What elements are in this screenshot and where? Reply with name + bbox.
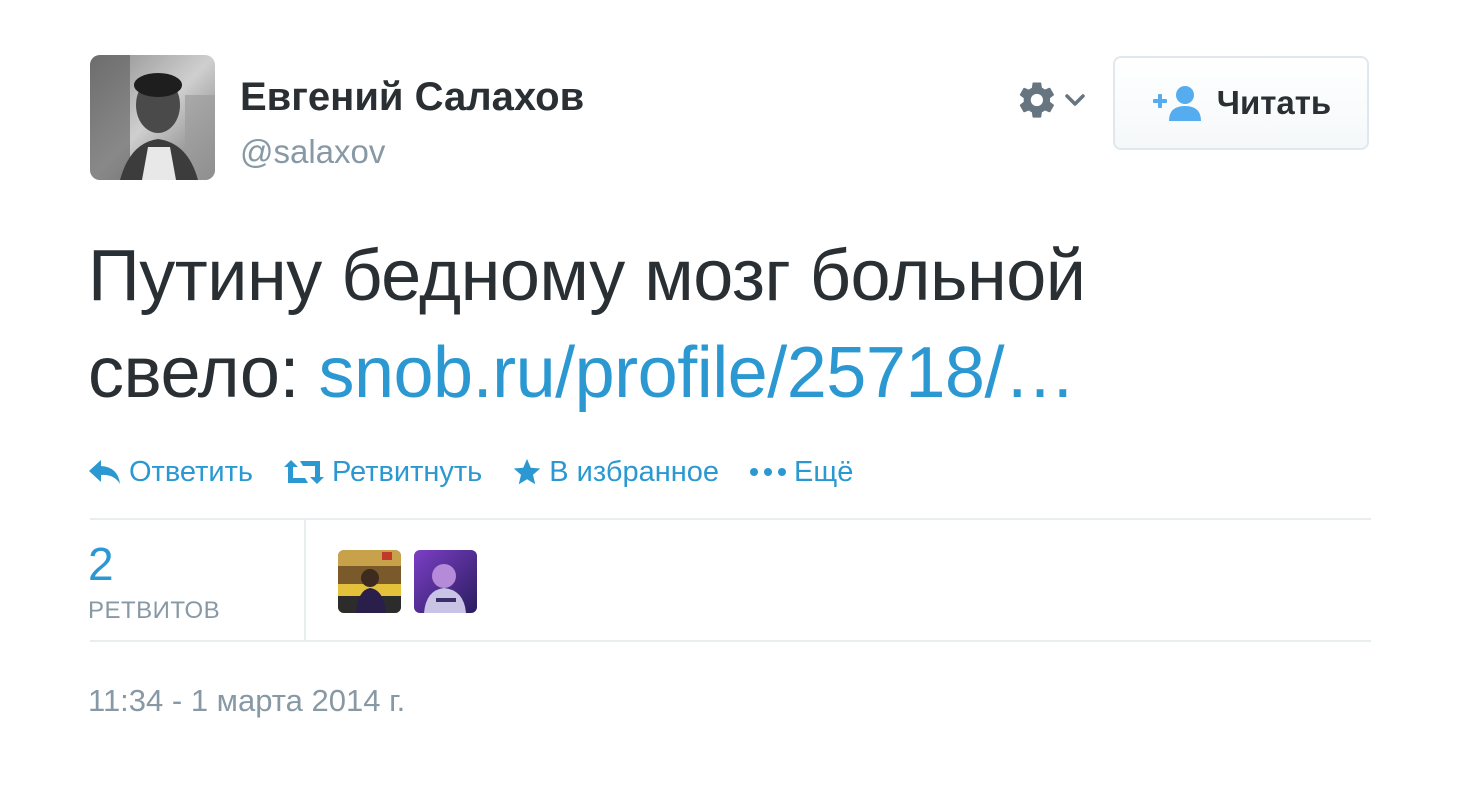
retweet-count-label: РЕТВИТОВ	[88, 597, 221, 624]
tweet-actions: Ответить Ретвитнуть В избранное Ещё	[88, 450, 883, 494]
reply-action[interactable]: Ответить	[88, 456, 253, 489]
more-action[interactable]: Ещё	[749, 456, 853, 489]
tweet-card: Евгений Салахов @salaxov Читать Путину б…	[0, 0, 1460, 788]
favorite-label: В избранное	[549, 455, 720, 488]
retweet-label: Ретвитнуть	[331, 455, 483, 488]
ellipsis-icon	[750, 468, 787, 476]
add-person-icon	[1152, 86, 1201, 121]
stats-vertical-divider	[304, 520, 306, 640]
follow-button-label: Читать	[1216, 84, 1332, 121]
reply-icon	[89, 460, 120, 484]
stats-bottom-divider	[90, 640, 1371, 642]
retweet-action[interactable]: Ретвитнуть	[283, 456, 482, 489]
reply-label: Ответить	[129, 455, 253, 488]
author-username[interactable]: @salaxov	[240, 133, 385, 171]
retweeter-avatar[interactable]	[414, 550, 477, 613]
tweet-text: Путину бедному мозг больной свело: snob.…	[88, 228, 1288, 422]
tweet-timestamp[interactable]: 11:34 - 1 марта 2014 г.	[88, 683, 405, 719]
author-full-name[interactable]: Евгений Салахов	[240, 75, 584, 120]
star-icon	[514, 458, 541, 485]
retweet-icon	[283, 460, 324, 484]
favorite-action[interactable]: В избранное	[512, 456, 719, 489]
stats-top-divider	[90, 518, 1371, 520]
author-avatar[interactable]	[90, 55, 215, 180]
retweeter-avatar[interactable]	[338, 550, 401, 613]
user-actions-dropdown[interactable]	[1016, 78, 1096, 122]
follow-button[interactable]: Читать	[1113, 56, 1369, 150]
tweet-link[interactable]: snob.ru/profile/25718/…	[318, 333, 1075, 413]
more-label: Ещё	[794, 455, 854, 488]
retweet-count[interactable]: 2	[88, 537, 114, 591]
gear-icon	[1019, 82, 1054, 118]
chevron-down-icon	[1065, 94, 1085, 106]
